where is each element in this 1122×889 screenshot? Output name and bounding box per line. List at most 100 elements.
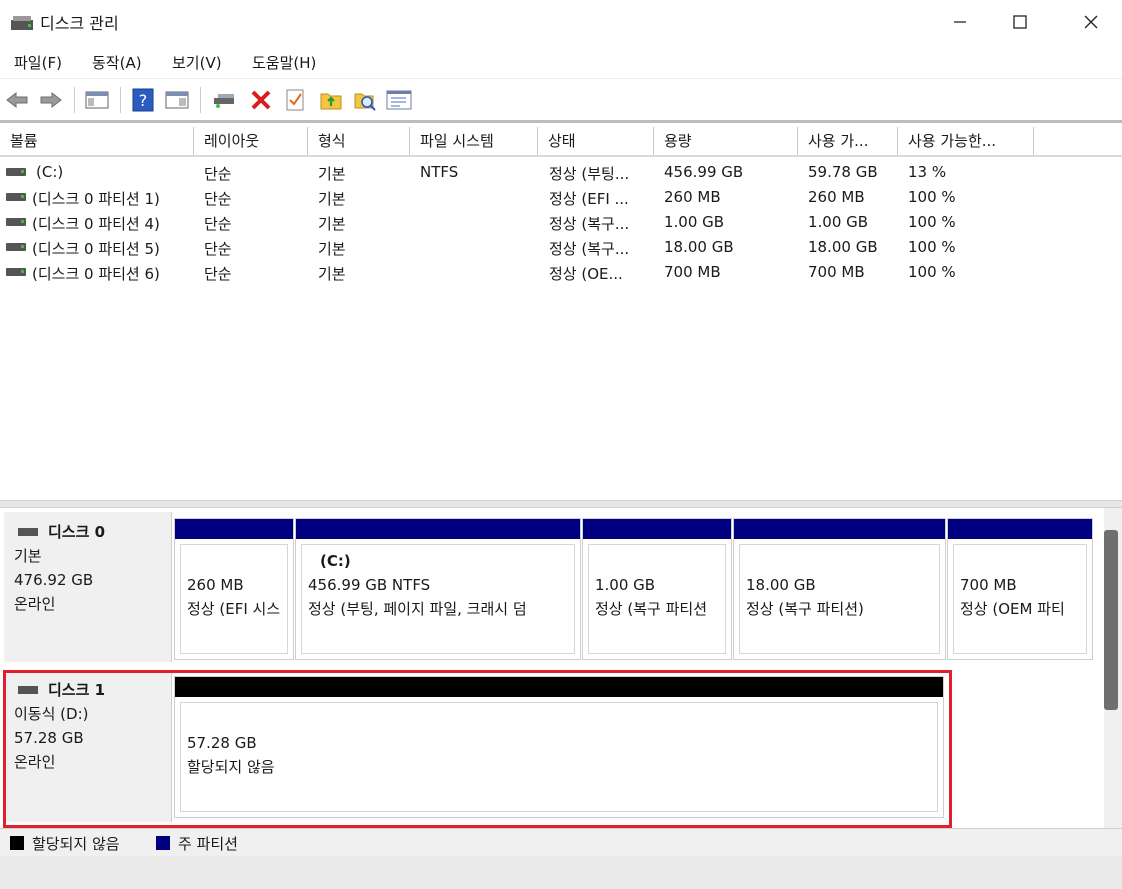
disk-management-icon <box>11 16 33 30</box>
partition-status: 정상 (복구 파티션 <box>595 600 707 618</box>
cell-type: 기본 <box>318 190 346 208</box>
cell-volume: (디스크 0 파티션 4) <box>32 215 160 233</box>
partition-disk0-p4[interactable]: 1.00 GB 정상 (복구 파티션 <box>582 518 732 660</box>
column-header-capacity[interactable]: 용량 <box>654 127 798 155</box>
partition-label <box>595 549 719 573</box>
volume-icon <box>6 193 26 201</box>
disk-0-size: 476.92 GB <box>14 571 94 589</box>
partition-body: 57.28 GB 할당되지 않음 <box>180 702 938 812</box>
partition-status: 정상 (OEM 파티 <box>960 600 1065 618</box>
cell-percent: 100 % <box>908 238 956 256</box>
volume-icon <box>6 243 26 251</box>
disk-1-name: 디스크 1 <box>48 681 106 699</box>
column-header-type[interactable]: 형식 <box>308 127 410 155</box>
cell-capacity: 1.00 GB <box>664 213 725 231</box>
partition-disk0-p5[interactable]: 18.00 GB 정상 (복구 파티션) <box>733 518 946 660</box>
partition-disk0-c[interactable]: (C:) 456.99 GB NTFS 정상 (부팅, 페이지 파일, 크래시 … <box>295 518 581 660</box>
table-row[interactable]: (C:) 단순 기본 NTFS 정상 (부팅... 456.99 GB 59.7… <box>0 160 1122 185</box>
cell-layout: 단순 <box>204 165 232 183</box>
legend-label-primary: 주 파티션 <box>178 835 238 853</box>
cell-volume: (디스크 0 파티션 5) <box>32 240 160 258</box>
scrollbar-thumb[interactable] <box>1104 530 1118 710</box>
delete-icon[interactable] <box>248 87 274 113</box>
partition-bar <box>175 519 293 539</box>
search-icon[interactable] <box>352 87 378 113</box>
column-header-volume[interactable]: 볼륨 <box>0 127 194 155</box>
cell-percent: 100 % <box>908 188 956 206</box>
cell-free: 260 MB <box>808 188 865 206</box>
column-header-percent-free[interactable]: 사용 가능한... <box>898 127 1034 155</box>
partition-size: 456.99 GB NTFS <box>308 576 431 594</box>
cell-free: 59.78 GB <box>808 163 878 181</box>
properties-icon[interactable] <box>386 87 412 113</box>
toolbar-separator <box>120 87 121 113</box>
column-header-layout[interactable]: 레이아웃 <box>194 127 308 155</box>
close-icon <box>1084 15 1098 29</box>
disk-0-info[interactable]: 디스크 0 기본 476.92 GB 온라인 <box>4 512 172 662</box>
maximize-button[interactable] <box>1000 8 1040 36</box>
cell-type: 기본 <box>318 265 346 283</box>
cell-layout: 단순 <box>204 215 232 233</box>
disk-icon <box>18 686 38 694</box>
volume-icon <box>6 218 26 226</box>
table-row[interactable]: (디스크 0 파티션 1) 단순 기본 정상 (EFI ... 260 MB 2… <box>0 185 1122 210</box>
partition-size: 700 MB <box>960 576 1017 594</box>
folder-up-icon[interactable] <box>318 87 344 113</box>
minimize-button[interactable] <box>940 8 980 36</box>
pane-splitter[interactable] <box>0 500 1122 508</box>
disk-icon <box>18 528 38 536</box>
partition-body: 260 MB 정상 (EFI 시스 <box>180 544 288 654</box>
cell-capacity: 700 MB <box>664 263 721 281</box>
minimize-icon <box>954 21 966 23</box>
cell-volume: (C:) <box>36 163 64 181</box>
table-row[interactable]: (디스크 0 파티션 5) 단순 기본 정상 (복구... 18.00 GB 1… <box>0 235 1122 260</box>
cell-free: 700 MB <box>808 263 865 281</box>
connect-drive-icon[interactable] <box>212 87 238 113</box>
svg-text:?: ? <box>139 91 148 110</box>
cell-layout: 단순 <box>204 190 232 208</box>
cell-capacity: 260 MB <box>664 188 721 206</box>
cell-percent: 100 % <box>908 213 956 231</box>
legend-label-unallocated: 할당되지 않음 <box>32 835 120 853</box>
partition-body: 1.00 GB 정상 (복구 파티션 <box>588 544 726 654</box>
disk-1-info[interactable]: 디스크 1 이동식 (D:) 57.28 GB 온라인 <box>4 670 172 822</box>
table-row[interactable]: (디스크 0 파티션 6) 단순 기본 정상 (OE... 700 MB 700… <box>0 260 1122 285</box>
column-header-filesystem[interactable]: 파일 시스템 <box>410 127 538 155</box>
partition-body: (C:) 456.99 GB NTFS 정상 (부팅, 페이지 파일, 크래시 … <box>301 544 575 654</box>
maximize-icon <box>1013 15 1027 29</box>
cell-status: 정상 (부팅... <box>549 165 630 183</box>
disk-1-state: 온라인 <box>14 753 56 771</box>
cell-type: 기본 <box>318 165 346 183</box>
table-row[interactable]: (디스크 0 파티션 4) 단순 기본 정상 (복구... 1.00 GB 1.… <box>0 210 1122 235</box>
close-button[interactable] <box>1071 8 1111 36</box>
cell-status: 정상 (복구... <box>549 240 630 258</box>
cell-capacity: 456.99 GB <box>664 163 744 181</box>
help-icon[interactable]: ? <box>130 87 156 113</box>
partition-disk1-unallocated[interactable]: 57.28 GB 할당되지 않음 <box>174 676 944 818</box>
cell-type: 기본 <box>318 240 346 258</box>
back-icon[interactable] <box>4 87 30 113</box>
cell-layout: 단순 <box>204 240 232 258</box>
action-pane-icon[interactable] <box>164 87 190 113</box>
cell-percent: 13 % <box>908 163 947 181</box>
menu-bar: 파일(F) 동작(A) 보기(V) 도움말(H) <box>0 44 1122 78</box>
disk-0-type: 기본 <box>14 547 42 565</box>
partition-bar <box>296 519 580 539</box>
partition-size: 1.00 GB <box>595 576 656 594</box>
disk-0-name: 디스크 0 <box>48 523 106 541</box>
partition-disk0-p1[interactable]: 260 MB 정상 (EFI 시스 <box>174 518 294 660</box>
disk-1-type: 이동식 (D:) <box>14 705 89 723</box>
menu-action[interactable]: 동작(A) <box>92 52 142 73</box>
forward-icon[interactable] <box>38 87 64 113</box>
menu-help[interactable]: 도움말(H) <box>252 52 316 73</box>
cell-free: 1.00 GB <box>808 213 869 231</box>
check-icon[interactable] <box>282 87 308 113</box>
partition-disk0-p6[interactable]: 700 MB 정상 (OEM 파티 <box>947 518 1093 660</box>
disk-1-title: 디스크 1 <box>14 678 161 702</box>
menu-file[interactable]: 파일(F) <box>14 52 62 73</box>
column-header-free-space[interactable]: 사용 가... <box>798 127 898 155</box>
menu-view[interactable]: 보기(V) <box>172 52 222 73</box>
column-header-status[interactable]: 상태 <box>538 127 654 155</box>
partition-body: 700 MB 정상 (OEM 파티 <box>953 544 1087 654</box>
console-tree-icon[interactable] <box>84 87 110 113</box>
